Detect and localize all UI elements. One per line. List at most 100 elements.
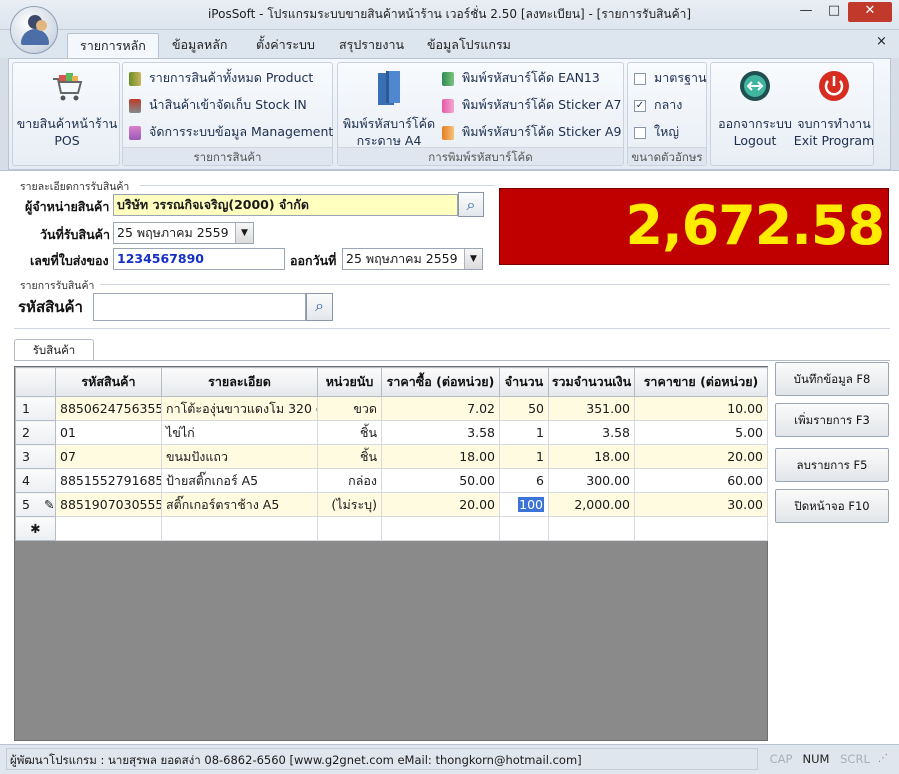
cell-qty[interactable]: 6 [499, 468, 549, 493]
ribbon-close-icon[interactable]: × [876, 34, 887, 49]
table-row[interactable]: 1 8850624756355 กาโต้ะองุ่นขาวแดงโม 320 … [15, 396, 768, 421]
cell-description[interactable]: ป้ายสติ๊กเกอร์ A5 [161, 468, 318, 493]
issue-date-picker[interactable]: 25 พฤษภาคม 2559 ▼ [342, 248, 483, 270]
chevron-down-icon[interactable]: ▼ [235, 223, 253, 243]
product-search-icon[interactable]: ⌕ [306, 293, 333, 321]
cell-empty[interactable] [55, 516, 162, 541]
column-header[interactable]: ราคาซื้อ (ต่อหน่วย) [381, 367, 500, 397]
resize-grip-icon[interactable]: ⋰ [878, 753, 888, 764]
table-row[interactable]: 2 01 ไข่ไก่ ชิ้น 3.58 1 3.58 5.00 [15, 420, 768, 445]
supplier-search-icon[interactable]: ⌕ [458, 192, 484, 217]
cell-price[interactable]: 10.00 [634, 396, 768, 421]
new-row[interactable]: ✱ [15, 516, 768, 541]
font-medium-checkbox[interactable]: ✓ กลาง [634, 94, 682, 116]
tab-reports[interactable]: สรุปรายงาน [327, 33, 416, 58]
cell-total[interactable]: 2,000.00 [548, 492, 635, 517]
print-barcode-a4-button[interactable]: พิมพ์รหัสบาร์โค้ด กระดาษ A4 [340, 65, 438, 149]
cell-description[interactable]: กาโต้ะองุ่นขาวแดงโม 320 g. [161, 396, 318, 421]
cell-qty[interactable]: 1 [499, 444, 549, 469]
column-header[interactable]: จำนวน [499, 367, 549, 397]
chevron-down-icon[interactable]: ▼ [464, 249, 482, 269]
print-sticker-a9-button[interactable]: พิมพ์รหัสบาร์โค้ด Sticker A9 [442, 121, 621, 143]
cell-unit[interactable]: ขวด [317, 396, 382, 421]
delete-item-button[interactable]: ลบรายการ F5 [775, 448, 889, 482]
logout-button[interactable]: ออกจากระบบ Logout [715, 65, 795, 149]
cell-empty[interactable] [161, 516, 318, 541]
maximize-button[interactable]: □ [820, 2, 848, 22]
cell-description[interactable]: ขนมปังแถว [161, 444, 318, 469]
table-row[interactable]: 4 8851552791685 ป้ายสติ๊กเกอร์ A5 กล่อง … [15, 468, 768, 493]
column-header[interactable]: รวมจำนวนเงิน [548, 367, 635, 397]
print-ean13-button[interactable]: พิมพ์รหัสบาร์โค้ด EAN13 [442, 67, 600, 89]
cell-qty[interactable]: 50 [499, 396, 549, 421]
font-standard-checkbox[interactable]: มาตรฐาน [634, 67, 707, 89]
font-standard-check[interactable] [634, 72, 646, 85]
save-button[interactable]: บันทึกข้อมูล F8 [775, 362, 889, 396]
qty-edit-value[interactable]: 100 [518, 497, 544, 512]
cell-unit[interactable]: (ไม่ระบุ) [317, 492, 382, 517]
row-number[interactable]: 4 [15, 468, 56, 493]
close-screen-button[interactable]: ปิดหน้าจอ F10 [775, 489, 889, 523]
cell-empty[interactable] [381, 516, 500, 541]
font-medium-check[interactable]: ✓ [634, 99, 646, 112]
column-header[interactable]: หน่วยนับ [317, 367, 382, 397]
cell-code[interactable]: 8851907030555 [55, 492, 162, 517]
cell-description[interactable]: ไข่ไก่ [161, 420, 318, 445]
table-row-editing[interactable]: 5 ✎ 8851907030555 สติ๊กเกอร์ตราช้าง A5 (… [15, 492, 768, 517]
app-menu-orb-icon[interactable] [10, 6, 58, 54]
cell-empty[interactable] [634, 516, 768, 541]
cell-empty[interactable] [317, 516, 382, 541]
product-list-button[interactable]: รายการสินค้าทั้งหมด Product [129, 67, 313, 89]
management-button[interactable]: จัดการระบบข้อมูล Management [129, 121, 333, 143]
invoice-number-input[interactable]: 1234567890 [113, 248, 285, 270]
row-number[interactable]: 1 [15, 396, 56, 421]
cell-cost[interactable]: 3.58 [381, 420, 500, 445]
cell-qty-editor[interactable]: 100 [499, 492, 549, 517]
print-sticker-a7-button[interactable]: พิมพ์รหัสบาร์โค้ด Sticker A7 [442, 94, 621, 116]
table-row[interactable]: 3 07 ขนมปังแถว ชิ้น 18.00 1 18.00 20.00 [15, 444, 768, 469]
tab-receive-goods[interactable]: รับสินค้า [14, 339, 94, 361]
row-number[interactable]: 5 ✎ [15, 492, 56, 517]
add-item-button[interactable]: เพิ่มรายการ F3 [775, 403, 889, 437]
cell-total[interactable]: 300.00 [548, 468, 635, 493]
column-header[interactable]: รหัสสินค้า [55, 367, 162, 397]
cell-code[interactable]: 8851552791685 [55, 468, 162, 493]
cell-price[interactable]: 60.00 [634, 468, 768, 493]
cell-code[interactable]: 07 [55, 444, 162, 469]
product-code-input[interactable] [93, 293, 306, 321]
cell-empty[interactable] [499, 516, 549, 541]
tab-main[interactable]: รายการหลัก [67, 33, 159, 58]
column-header[interactable]: รายละเอียด [161, 367, 318, 397]
cell-qty[interactable]: 1 [499, 420, 549, 445]
cell-total[interactable]: 18.00 [548, 444, 635, 469]
stock-in-button[interactable]: นำสินค้าเข้าจัดเก็บ Stock IN [129, 94, 307, 116]
cell-code[interactable]: 01 [55, 420, 162, 445]
tab-master-data[interactable]: ข้อมูลหลัก [160, 33, 239, 58]
column-header[interactable]: ราคาขาย (ต่อหน่วย) [634, 367, 768, 397]
tab-program-info[interactable]: ข้อมูลโปรแกรม [415, 33, 523, 58]
minimize-button[interactable]: — [792, 2, 820, 22]
cell-cost[interactable]: 7.02 [381, 396, 500, 421]
cell-price[interactable]: 5.00 [634, 420, 768, 445]
receive-date-picker[interactable]: 25 พฤษภาคม 2559 ▼ [113, 222, 254, 244]
font-large-check[interactable] [634, 126, 646, 139]
cell-description[interactable]: สติ๊กเกอร์ตราช้าง A5 [161, 492, 318, 517]
cell-price[interactable]: 20.00 [634, 444, 768, 469]
font-large-checkbox[interactable]: ใหญ่ [634, 121, 679, 143]
cell-cost[interactable]: 20.00 [381, 492, 500, 517]
tab-settings[interactable]: ตั้งค่าระบบ [244, 33, 327, 58]
supplier-input[interactable]: บริษัท วรรณกิจเจริญ(2000) จำกัด [113, 194, 458, 216]
cell-code[interactable]: 8850624756355 [55, 396, 162, 421]
cell-unit[interactable]: ชิ้น [317, 444, 382, 469]
cell-cost[interactable]: 18.00 [381, 444, 500, 469]
cell-price[interactable]: 30.00 [634, 492, 768, 517]
cell-unit[interactable]: ชิ้น [317, 420, 382, 445]
new-row-icon[interactable]: ✱ [15, 516, 56, 541]
cell-cost[interactable]: 50.00 [381, 468, 500, 493]
row-number[interactable]: 3 [15, 444, 56, 469]
cell-empty[interactable] [548, 516, 635, 541]
exit-program-button[interactable]: จบการทำงาน Exit Program [793, 65, 875, 149]
cell-total[interactable]: 3.58 [548, 420, 635, 445]
cell-total[interactable]: 351.00 [548, 396, 635, 421]
pos-button[interactable]: ขายสินค้าหน้าร้าน POS [13, 65, 121, 149]
